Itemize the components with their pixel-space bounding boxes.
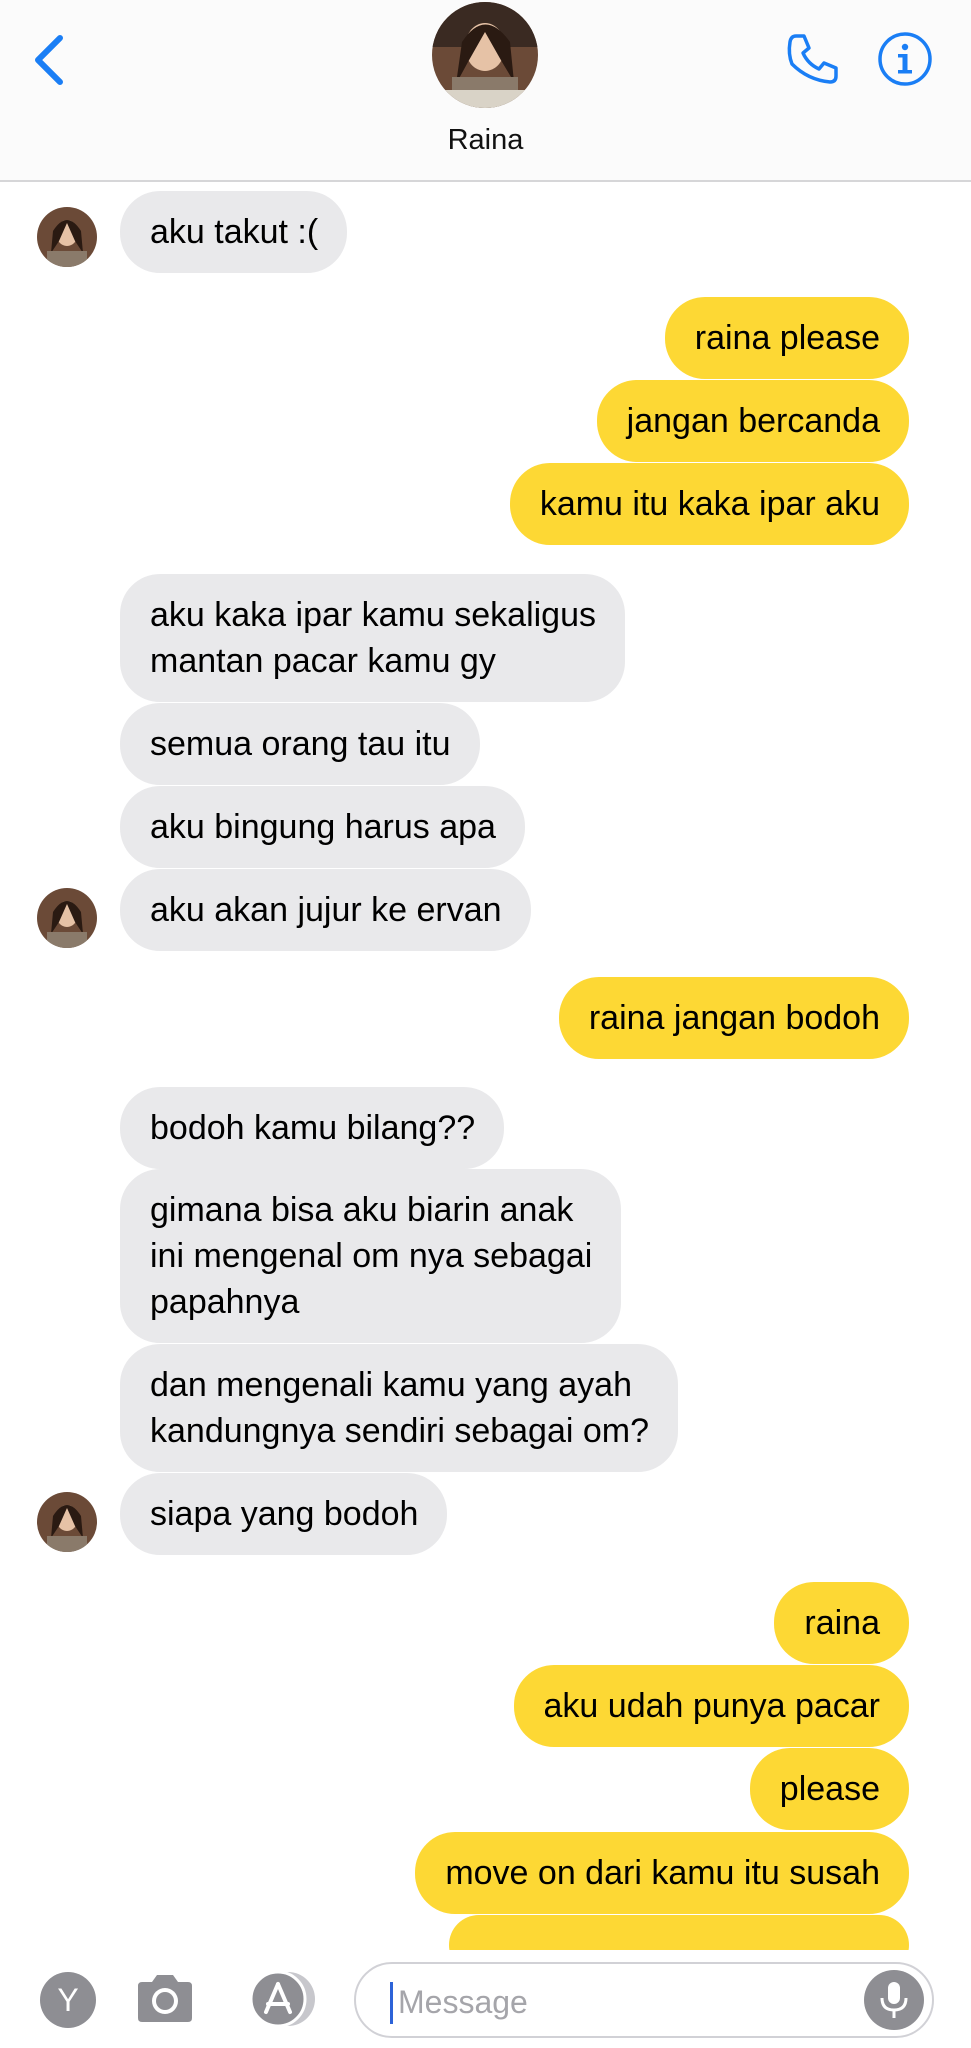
contact-name[interactable]: Raina [0, 124, 971, 157]
message-bubble[interactable]: please [749, 1748, 909, 1830]
conversation-header: Raina [0, 0, 971, 182]
info-button[interactable] [876, 30, 934, 88]
message-bubble[interactable]: gimana bisa aku biarin anak ini mengenal… [120, 1169, 622, 1343]
sender-avatar[interactable] [37, 888, 97, 948]
back-button[interactable] [30, 30, 70, 90]
message-bubble[interactable]: bodoh kamu bilang?? [120, 1087, 505, 1169]
message-bubble[interactable]: raina jangan bodoh [558, 977, 909, 1059]
contact-avatar[interactable] [432, 2, 538, 108]
phone-icon [787, 34, 838, 84]
message-bubble[interactable]: dan mengenali kamu yang ayah kandungnya … [120, 1344, 679, 1472]
info-icon [878, 32, 932, 86]
app-store-button[interactable] [242, 1970, 322, 2028]
message-bubble[interactable]: raina please [664, 297, 909, 379]
message-bubble[interactable]: aku bingung harus apa [120, 786, 525, 868]
camera-icon [138, 1975, 192, 2022]
message-bubble[interactable]: jangan bercanda [596, 380, 909, 462]
microphone-icon [880, 1982, 908, 2018]
message-bubble[interactable]: aku takut :( [120, 191, 348, 273]
message-input[interactable]: Message [354, 1962, 934, 2038]
camera-button[interactable] [132, 1970, 198, 2028]
sender-avatar[interactable] [37, 1492, 97, 1552]
app-store-icon [249, 1970, 315, 2028]
message-bubble[interactable]: move on dari kamu itu susah [415, 1832, 909, 1914]
message-placeholder: Message [398, 1984, 528, 2020]
message-bubble[interactable]: aku udah punya pacar [513, 1665, 909, 1747]
message-thread[interactable]: aku takut :( raina please jangan bercand… [0, 182, 971, 1950]
message-bubble[interactable]: aku akan jujur ke ervan [120, 869, 531, 951]
message-bubble[interactable]: kamu itu kaka ipar aku [509, 463, 909, 545]
y-app-button[interactable]: Y [40, 1972, 96, 2028]
microphone-button[interactable] [864, 1970, 924, 2030]
message-bubble[interactable]: aku kaka ipar kamu sekaligus mantan paca… [120, 574, 626, 702]
message-bubble-partial[interactable] [449, 1915, 909, 1950]
text-cursor [390, 1982, 393, 2024]
message-bubble[interactable]: semua orang tau itu [120, 703, 480, 785]
message-bubble[interactable]: siapa yang bodoh [120, 1473, 448, 1555]
message-bubble[interactable]: raina [774, 1582, 909, 1664]
call-button[interactable] [782, 30, 842, 90]
sender-avatar[interactable] [37, 207, 97, 267]
chevron-left-icon [35, 35, 63, 85]
composer-bar: Y Message [0, 1950, 971, 2048]
